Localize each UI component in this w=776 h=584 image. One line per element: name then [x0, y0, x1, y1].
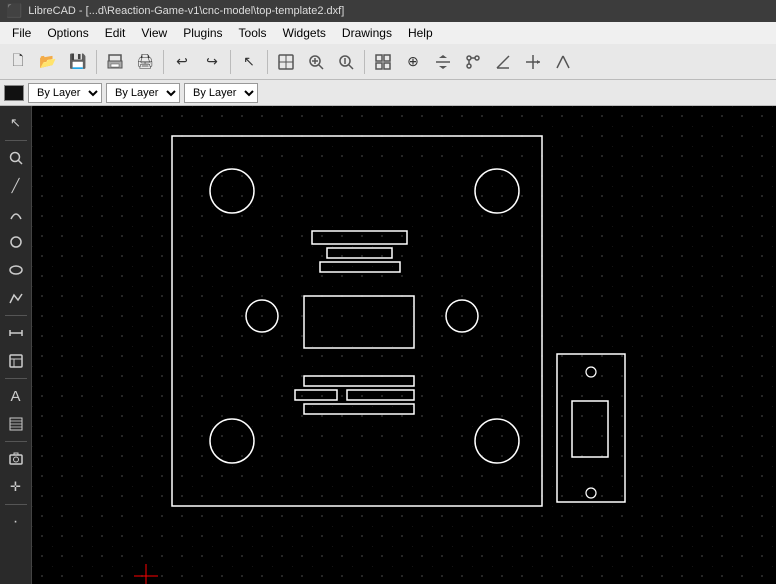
layer-bar: By Layer By Layer By Layer	[0, 80, 776, 106]
menu-plugins[interactable]: Plugins	[175, 24, 230, 42]
title-bar: ⬛ LibreCAD - [...d\Reaction-Game-v1\cnc-…	[0, 0, 776, 22]
left-toolbar: ↖ ╱ A ✛	[0, 106, 32, 584]
undo-button[interactable]: ↩	[168, 48, 196, 76]
left-sep-1	[5, 140, 27, 141]
menu-widgets[interactable]: Widgets	[275, 24, 334, 42]
sep1	[96, 50, 97, 74]
line-tool-btn[interactable]: ╱	[3, 173, 29, 199]
select-button[interactable]: ↖	[235, 48, 263, 76]
hatch-tool-btn[interactable]	[3, 411, 29, 437]
layer-line-select[interactable]: By Layer	[184, 83, 258, 103]
menu-tools[interactable]: Tools	[231, 24, 275, 42]
layer-color-select[interactable]: By Layer	[106, 83, 180, 103]
sep4	[267, 50, 268, 74]
toolbar: 🗋 📂 💾 🖨 ↩ ↪ ↖ ⊕	[0, 44, 776, 80]
ellipse-tool-btn[interactable]	[3, 257, 29, 283]
app-icon: ⬛	[6, 3, 22, 19]
select-tool-btn[interactable]: ↖	[3, 110, 29, 136]
snap-angle-button[interactable]	[489, 48, 517, 76]
menu-bar: File Options Edit View Plugins Tools Wid…	[0, 22, 776, 44]
arc-tool-btn[interactable]	[3, 201, 29, 227]
dxf-drawing	[32, 106, 776, 584]
restrict-button[interactable]	[519, 48, 547, 76]
left-sep-2	[5, 315, 27, 316]
camera-btn[interactable]	[3, 446, 29, 472]
main-area: ↖ ╱ A ✛	[0, 106, 776, 584]
left-sep-5	[5, 504, 27, 505]
ortho-button[interactable]	[459, 48, 487, 76]
layer-name-select[interactable]: By Layer	[28, 83, 102, 103]
text-tool-btn[interactable]: A	[3, 383, 29, 409]
print-preview-button[interactable]	[101, 48, 129, 76]
new-button[interactable]: 🗋	[4, 48, 32, 76]
menu-drawings[interactable]: Drawings	[334, 24, 400, 42]
left-sep-4	[5, 441, 27, 442]
zoom-pan-button[interactable]	[272, 48, 300, 76]
snap2-button[interactable]	[429, 48, 457, 76]
zoom-realtime-button[interactable]	[302, 48, 330, 76]
open-button[interactable]: 📂	[34, 48, 62, 76]
menu-file[interactable]: File	[4, 24, 39, 42]
sep2	[163, 50, 164, 74]
menu-view[interactable]: View	[133, 24, 175, 42]
relative-button[interactable]	[549, 48, 577, 76]
sep5	[364, 50, 365, 74]
zoom-tool-btn[interactable]	[3, 145, 29, 171]
measure-tool-btn[interactable]	[3, 320, 29, 346]
move-btn[interactable]: ✛	[3, 474, 29, 500]
point-btn[interactable]: ·	[3, 509, 29, 535]
redo-button[interactable]: ↪	[198, 48, 226, 76]
polyline-tool-btn[interactable]	[3, 285, 29, 311]
title-text: LibreCAD - [...d\Reaction-Game-v1\cnc-mo…	[28, 5, 344, 17]
modify-tool-btn[interactable]	[3, 348, 29, 374]
menu-options[interactable]: Options	[39, 24, 96, 42]
zoom-window-button[interactable]	[332, 48, 360, 76]
sep3	[230, 50, 231, 74]
layer-color-swatch	[4, 85, 24, 101]
snap-button[interactable]: ⊕	[399, 48, 427, 76]
circle-tool-btn[interactable]	[3, 229, 29, 255]
grid-button[interactable]	[369, 48, 397, 76]
left-sep-3	[5, 378, 27, 379]
print-button[interactable]: 🖨	[131, 48, 159, 76]
save-button[interactable]: 💾	[64, 48, 92, 76]
menu-help[interactable]: Help	[400, 24, 441, 42]
canvas-area[interactable]	[32, 106, 776, 584]
menu-edit[interactable]: Edit	[97, 24, 134, 42]
